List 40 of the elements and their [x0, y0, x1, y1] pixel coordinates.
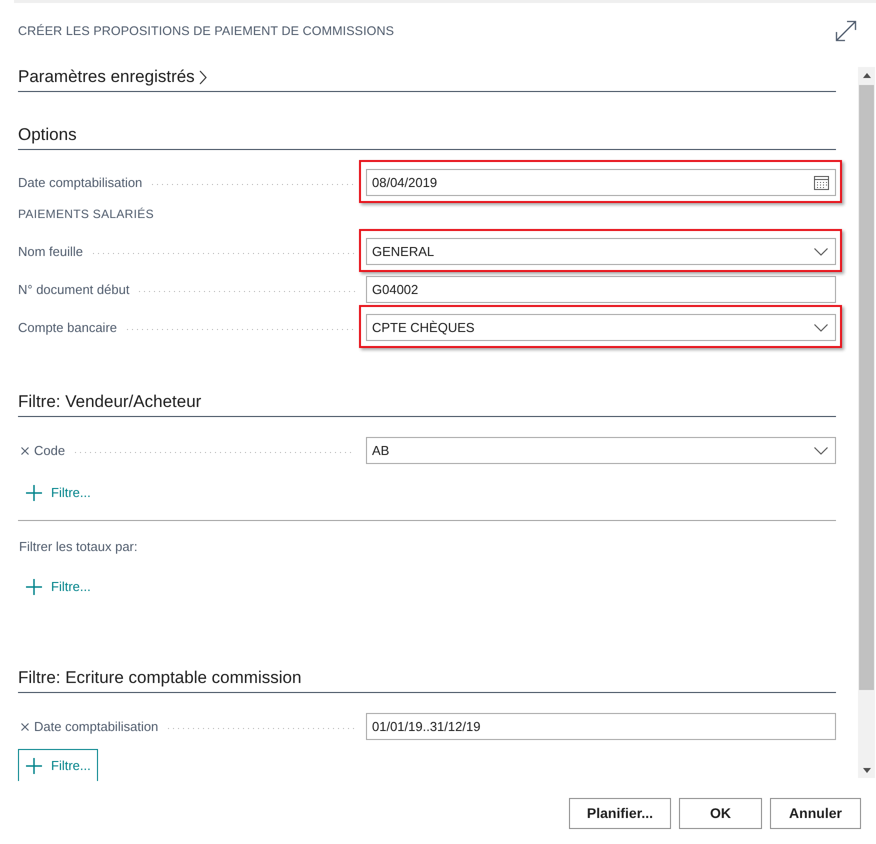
dropdown-field[interactable]: AB — [366, 437, 836, 464]
dropdown-field[interactable]: CPTE CHÈQUES — [366, 314, 836, 341]
field-label: Nom feuille — [18, 242, 84, 261]
field-label: Compte bancaire — [18, 318, 117, 337]
date-field[interactable]: 08/04/2019 — [366, 169, 836, 196]
add-filter-link[interactable]: Filtre... — [18, 749, 98, 781]
chevron-down-icon[interactable] — [814, 446, 828, 454]
dialog-title: CRÉER LES PROPOSITIONS DE PAIEMENT DE COMMISSIONS — [18, 23, 394, 39]
saved-settings-link[interactable]: Paramètres enregistrés — [18, 66, 207, 88]
calendar-icon[interactable] — [814, 176, 829, 190]
scrollbar-thumb[interactable] — [859, 85, 874, 690]
group-caption: PAIEMENTS SALARIÉS — [18, 206, 155, 222]
text-field[interactable]: G04002 — [366, 276, 836, 303]
plus-icon — [26, 484, 42, 500]
chevron-right-icon — [198, 70, 207, 84]
section-heading: Filtre: Vendeur/Acheteur — [18, 391, 202, 413]
chevron-down-icon[interactable] — [814, 324, 828, 332]
close-icon[interactable] — [21, 446, 29, 454]
scroll-up-icon[interactable] — [862, 73, 870, 78]
add-filter-link[interactable]: Filtre... — [18, 476, 98, 508]
section-heading: Options — [18, 124, 78, 146]
dialog-button[interactable]: OK — [679, 798, 762, 829]
plus-icon — [26, 578, 42, 594]
close-icon[interactable] — [21, 722, 29, 730]
field-label: Code — [34, 442, 66, 460]
scrollbar[interactable] — [858, 67, 875, 778]
section-heading: Filtre: Ecriture comptable commission — [18, 667, 302, 689]
totals-filter-label: Filtrer les totaux par: — [19, 538, 138, 556]
add-filter-link[interactable]: Filtre... — [18, 570, 98, 602]
dialog-button[interactable]: Planifier... — [569, 798, 671, 829]
dialog-button[interactable]: Annuler — [770, 798, 861, 829]
field-label: Date comptabilisation — [18, 174, 142, 192]
expand-icon[interactable] — [835, 20, 857, 42]
plus-icon — [26, 758, 42, 774]
chevron-down-icon[interactable] — [814, 248, 828, 256]
field-label: N° document début — [18, 280, 130, 299]
text-field[interactable]: 01/01/19..31/12/19 — [366, 713, 836, 740]
dropdown-field[interactable]: GENERAL — [366, 238, 836, 265]
field-label: Date comptabilisation — [34, 718, 158, 736]
scroll-down-icon[interactable] — [862, 768, 870, 773]
